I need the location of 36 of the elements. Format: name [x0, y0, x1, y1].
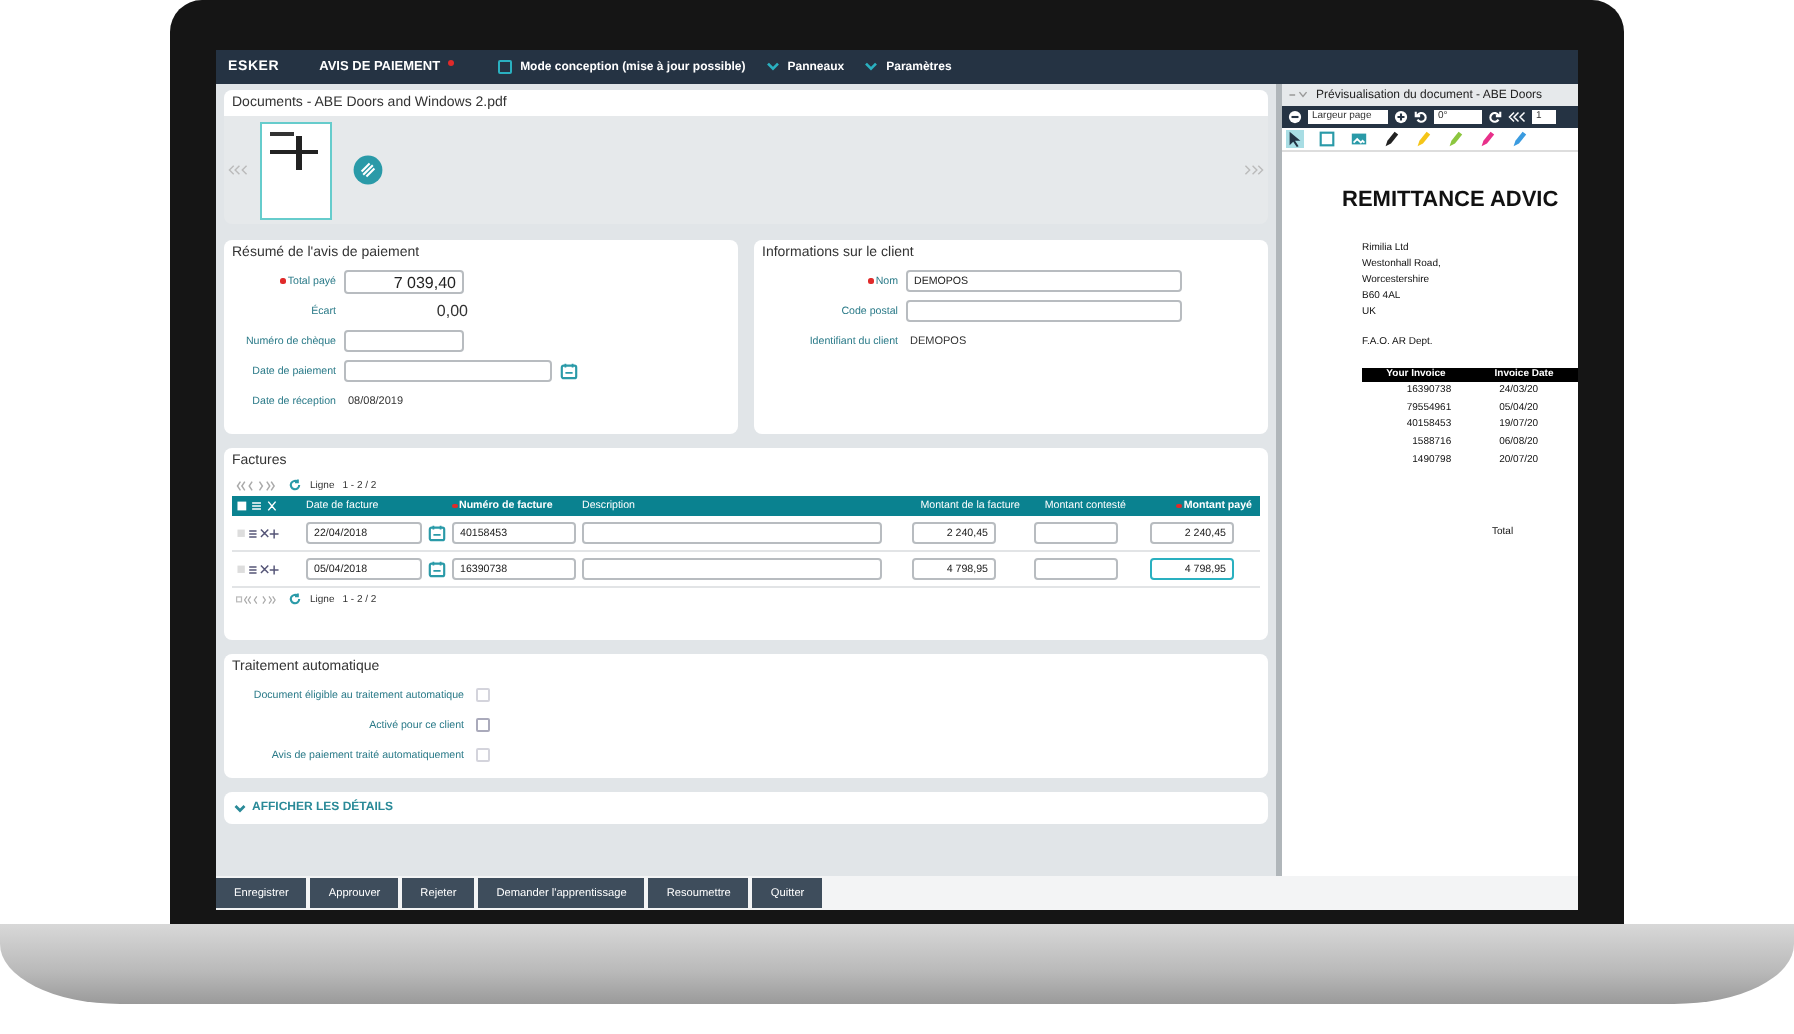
input-field[interactable] [906, 300, 1182, 322]
input-field[interactable] [344, 360, 552, 382]
calendar-icon[interactable] [560, 362, 578, 380]
collapse-icon[interactable] [1288, 90, 1308, 100]
zoom-out-icon[interactable] [1288, 110, 1302, 124]
rotate-left-icon[interactable] [1414, 110, 1428, 124]
calendar-icon[interactable] [428, 524, 446, 542]
image-icon[interactable] [1350, 130, 1368, 148]
table-tools-icon[interactable] [236, 500, 280, 512]
row-tools-icon[interactable] [236, 527, 280, 539]
input-field[interactable] [344, 330, 464, 352]
note-icon[interactable] [1318, 130, 1336, 148]
disputed-amount-field[interactable] [1034, 558, 1118, 580]
document-heading: REMITTANCE ADVIC [1342, 188, 1561, 212]
refresh-icon[interactable] [288, 478, 302, 492]
row-tools-icon[interactable] [236, 563, 280, 575]
previous-page-icon[interactable] [1508, 110, 1526, 124]
checkbox[interactable] [476, 718, 490, 732]
pointer-icon[interactable] [1286, 130, 1304, 148]
description-field[interactable] [582, 558, 882, 580]
chevron-down-icon [864, 62, 879, 72]
attachment-icon[interactable] [352, 154, 384, 186]
pager-arrows-icon[interactable] [236, 593, 280, 605]
zoom-in-icon[interactable] [1394, 110, 1408, 124]
chevron-down-icon[interactable] [234, 803, 246, 813]
chevron-down-icon [765, 62, 780, 72]
disputed-amount-field[interactable] [1034, 522, 1118, 544]
calendar-icon[interactable] [428, 560, 446, 578]
document-thumbnail[interactable] [260, 121, 332, 219]
refresh-icon[interactable] [288, 592, 302, 606]
design-mode-checkbox[interactable] [498, 60, 513, 74]
description-field[interactable] [582, 522, 882, 544]
pager-arrows-icon[interactable] [236, 479, 280, 491]
rotate-right-icon[interactable] [1488, 110, 1502, 124]
field-value: 0,00 [434, 302, 468, 320]
input-field[interactable]: 7 039,40 [344, 269, 464, 293]
